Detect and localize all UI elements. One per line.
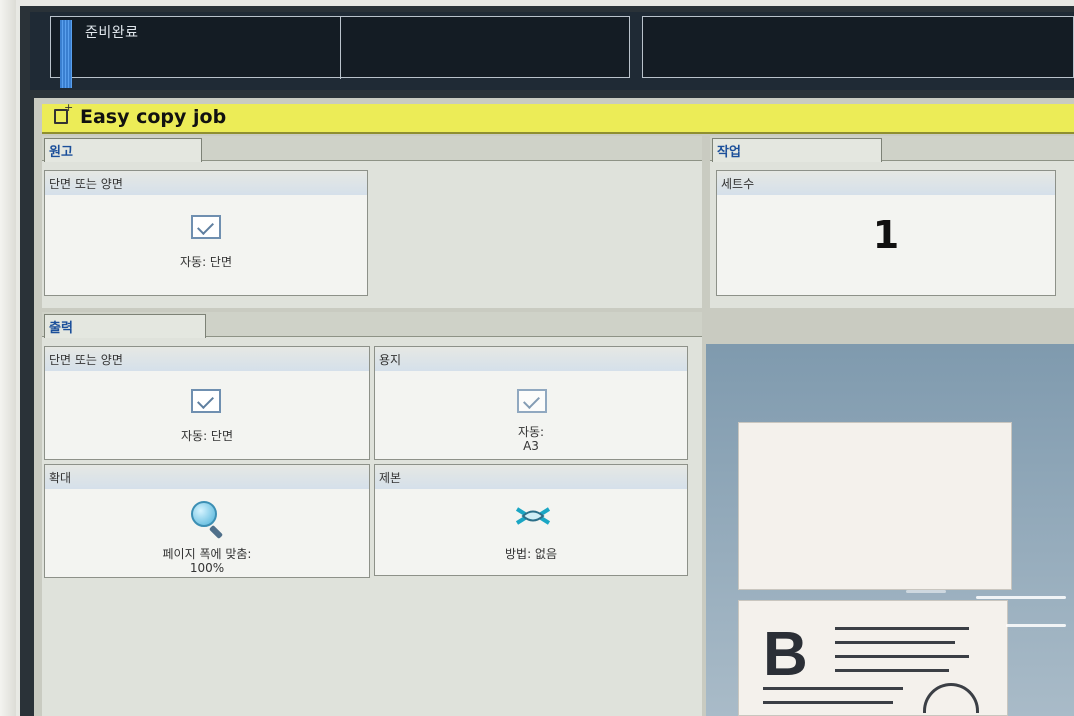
status-panel-right bbox=[642, 16, 1074, 78]
paper-value-line2: A3 bbox=[523, 439, 539, 453]
checkbox-checked-icon bbox=[191, 215, 221, 239]
screen-glare bbox=[906, 590, 946, 593]
umbrella-icon bbox=[923, 683, 979, 713]
status-bar: 준비완료 bbox=[30, 12, 1074, 90]
output-tabstrip: 출력 bbox=[42, 312, 702, 338]
work-tabstrip: 작업 bbox=[710, 136, 1074, 162]
magnifier-icon bbox=[191, 501, 225, 540]
zoom-value-line2: 100% bbox=[189, 561, 225, 575]
original-tabstrip: 원고 bbox=[42, 136, 702, 162]
magnifier-lens bbox=[191, 501, 217, 527]
preview-line bbox=[835, 627, 969, 630]
work-panel: 작업 세트수 1 bbox=[710, 136, 1074, 308]
tile-header bbox=[717, 171, 1055, 195]
screen-glare bbox=[1006, 624, 1066, 627]
tab-output[interactable]: 출력 bbox=[44, 314, 206, 338]
preview-letter: B bbox=[763, 620, 808, 689]
original-panel: 원고 단면 또는 양면 자동: 단면 bbox=[42, 136, 702, 308]
status-divider bbox=[340, 17, 341, 79]
zoom-label: 확대 bbox=[49, 471, 72, 485]
binding-icon bbox=[515, 507, 551, 525]
preview-area: B bbox=[706, 344, 1074, 716]
status-indicator bbox=[60, 20, 72, 88]
binding-label: 제본 bbox=[379, 471, 402, 485]
original-duplex-value: 자동: 단면 bbox=[179, 255, 233, 269]
preview-line bbox=[763, 687, 903, 690]
status-text: 준비완료 bbox=[85, 25, 139, 41]
tab-original[interactable]: 원고 bbox=[44, 138, 202, 162]
screen-glare bbox=[976, 596, 1066, 599]
preview-line bbox=[835, 641, 955, 644]
zoom-value-line1: 페이지 폭에 맞춤: bbox=[162, 547, 252, 561]
original-duplex-label: 단면 또는 양면 bbox=[49, 177, 123, 191]
paper-label: 용지 bbox=[379, 353, 402, 367]
job-frame: Easy copy job 원고 단면 또는 양면 자동: 단면 작업 bbox=[34, 98, 1074, 716]
checkbox-checked-icon bbox=[517, 389, 547, 413]
preview-line bbox=[835, 655, 969, 658]
tab-original-label: 원고 bbox=[49, 145, 73, 160]
preview-line bbox=[835, 669, 949, 672]
output-duplex-tile[interactable]: 단면 또는 양면 자동: 단면 bbox=[44, 346, 370, 460]
binding-tile[interactable]: 제본 방법: 없음 bbox=[374, 464, 688, 576]
original-duplex-tile[interactable]: 단면 또는 양면 자동: 단면 bbox=[44, 170, 368, 296]
binding-value: 방법: 없음 bbox=[504, 547, 558, 561]
sets-tile[interactable]: 세트수 1 bbox=[716, 170, 1056, 296]
sets-value: 1 bbox=[872, 213, 900, 257]
magnifier-handle bbox=[208, 524, 224, 540]
preview-line bbox=[763, 701, 893, 704]
new-document-icon bbox=[54, 101, 73, 124]
output-duplex-label: 단면 또는 양면 bbox=[49, 353, 123, 367]
zoom-tile[interactable]: 확대 페이지 폭에 맞춤: 100% bbox=[44, 464, 370, 578]
tile-header bbox=[375, 465, 687, 489]
device-screen: 준비완료 Easy copy job 원고 단면 또는 양면 자동: 단면 bbox=[20, 6, 1074, 716]
output-panel: 출력 단면 또는 양면 자동: 단면 용지 자동: A3 확대 페이지 폭에 맞… bbox=[42, 312, 702, 716]
preview-content-page: B bbox=[738, 600, 1008, 716]
sets-label: 세트수 bbox=[721, 177, 755, 191]
job-title: Easy copy job bbox=[80, 106, 227, 128]
job-title-bar: Easy copy job bbox=[42, 101, 1074, 134]
paper-value-line1: 자동: bbox=[517, 425, 545, 439]
tile-header bbox=[45, 465, 369, 489]
tab-output-label: 출력 bbox=[49, 321, 73, 336]
tab-work-label: 작업 bbox=[717, 145, 741, 160]
tab-work[interactable]: 작업 bbox=[712, 138, 882, 162]
checkbox-checked-icon bbox=[191, 389, 221, 413]
monitor-bezel-left bbox=[0, 0, 16, 716]
tile-header bbox=[375, 347, 687, 371]
paper-tile[interactable]: 용지 자동: A3 bbox=[374, 346, 688, 460]
preview-blank-page bbox=[738, 422, 1012, 590]
output-duplex-value: 자동: 단면 bbox=[180, 429, 234, 443]
